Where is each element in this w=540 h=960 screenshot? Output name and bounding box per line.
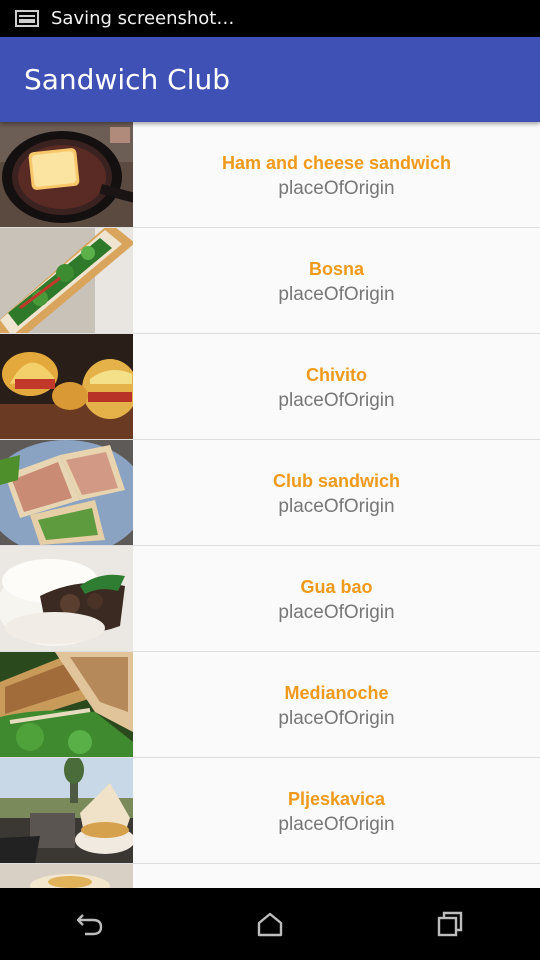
sandwich-name: Bosna <box>308 258 364 279</box>
list-item[interactable]: Medianoche placeOfOrigin <box>0 652 540 758</box>
list-item[interactable]: Pljeskavica placeOfOrigin <box>0 758 540 864</box>
sandwich-thumbnail <box>0 228 133 333</box>
navigation-bar <box>0 888 540 960</box>
sandwich-name: Chivito <box>306 364 367 385</box>
screenshot-icon <box>15 10 39 27</box>
sandwich-thumbnail <box>0 440 133 545</box>
recents-button[interactable] <box>420 894 480 954</box>
list-item-text: Bosna placeOfOrigin <box>133 228 540 333</box>
sandwich-origin: placeOfOrigin <box>278 601 395 623</box>
sandwich-thumbnail <box>0 334 133 439</box>
list-item-text <box>133 864 540 888</box>
list-item-text: Club sandwich placeOfOrigin <box>133 440 540 545</box>
back-icon <box>76 914 103 936</box>
sandwich-name: Ham and cheese sandwich <box>221 152 452 173</box>
sandwich-list[interactable]: Ham and cheese sandwich placeOfOrigin Bo… <box>0 122 540 888</box>
list-item[interactable]: Gua bao placeOfOrigin <box>0 546 540 652</box>
sandwich-origin: placeOfOrigin <box>278 813 395 835</box>
back-button[interactable] <box>60 894 120 954</box>
status-text: Saving screenshot… <box>51 8 235 29</box>
sandwich-name: Pljeskavica <box>287 788 386 809</box>
list-item-text: Chivito placeOfOrigin <box>133 334 540 439</box>
sandwich-thumbnail <box>0 546 133 651</box>
app-title: Sandwich Club <box>24 63 231 96</box>
sandwich-name: Medianoche <box>284 682 389 703</box>
sandwich-origin: placeOfOrigin <box>278 495 395 517</box>
sandwich-name: Gua bao <box>300 576 373 597</box>
sandwich-thumbnail <box>0 652 133 757</box>
app-bar: Sandwich Club <box>0 37 540 122</box>
list-item[interactable]: Bosna placeOfOrigin <box>0 228 540 334</box>
sandwich-origin: placeOfOrigin <box>278 389 395 411</box>
status-bar: Saving screenshot… <box>0 0 540 37</box>
sandwich-thumbnail <box>0 122 133 227</box>
sandwich-origin: placeOfOrigin <box>278 177 395 199</box>
list-item-partial[interactable] <box>0 864 540 888</box>
list-item[interactable]: Ham and cheese sandwich placeOfOrigin <box>0 122 540 228</box>
sandwich-thumbnail <box>0 864 133 888</box>
list-item-text: Gua bao placeOfOrigin <box>133 546 540 651</box>
list-item-text: Pljeskavica placeOfOrigin <box>133 758 540 863</box>
recents-icon <box>437 911 463 937</box>
list-item[interactable]: Club sandwich placeOfOrigin <box>0 440 540 546</box>
home-button[interactable] <box>240 894 300 954</box>
sandwich-name: Club sandwich <box>272 470 400 491</box>
list-item-text: Medianoche placeOfOrigin <box>133 652 540 757</box>
home-icon <box>257 912 283 937</box>
list-item[interactable]: Chivito placeOfOrigin <box>0 334 540 440</box>
sandwich-origin: placeOfOrigin <box>278 283 395 305</box>
sandwich-origin: placeOfOrigin <box>278 707 395 729</box>
sandwich-thumbnail <box>0 758 133 863</box>
list-item-text: Ham and cheese sandwich placeOfOrigin <box>133 122 540 227</box>
